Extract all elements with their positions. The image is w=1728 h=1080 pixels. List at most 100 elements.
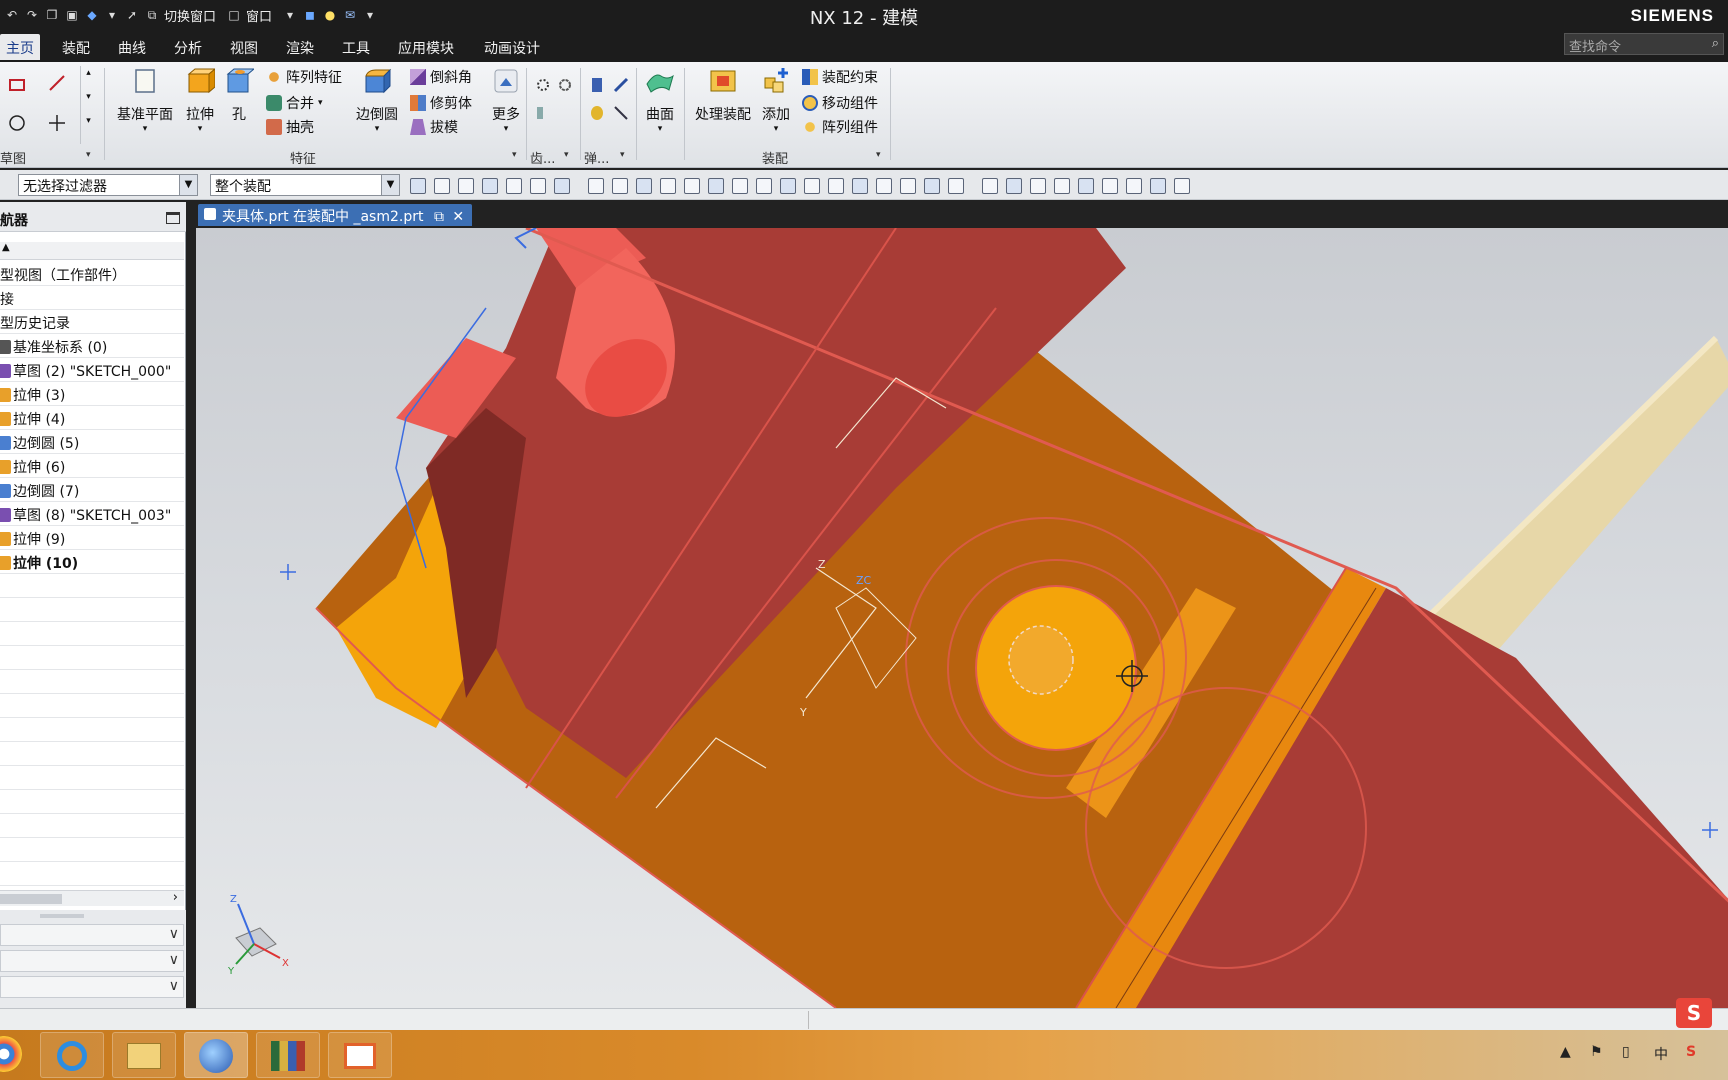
deselect-icon[interactable] — [530, 178, 546, 194]
select-all-icon[interactable] — [506, 178, 522, 194]
tab-assembly[interactable]: 装配 — [56, 34, 96, 60]
tray-ime-icon[interactable]: 中 — [1654, 1044, 1668, 1064]
navigator-row[interactable]: 草图 (2) "SKETCH_000" — [0, 358, 184, 382]
show-hide-icon[interactable] — [1150, 178, 1166, 194]
trim-body-button[interactable]: 修剪体 — [410, 92, 472, 114]
tab-application[interactable]: 应用模块 — [392, 34, 460, 60]
model-view[interactable]: Z ZC Y Z X Y — [196, 228, 1728, 1008]
snap-icon[interactable] — [434, 178, 450, 194]
mid-point-icon[interactable] — [684, 178, 700, 194]
line-icon[interactable] — [48, 74, 66, 92]
more-features-button[interactable]: 更多 ▾ — [486, 66, 526, 134]
navigator-row[interactable]: 拉伸 (4) — [0, 406, 184, 430]
chevron-down-icon[interactable]: ∨ — [169, 952, 179, 968]
filter-icon[interactable] — [458, 178, 474, 194]
circle-icon[interactable] — [8, 114, 26, 132]
hole-bore[interactable] — [1008, 625, 1074, 695]
tab-curve[interactable]: 曲线 — [112, 34, 152, 60]
navigator-column-header[interactable]: ▲ — [0, 242, 184, 260]
navigator-row[interactable]: 型历史记录 — [0, 310, 184, 334]
chevron-down-icon[interactable]: ▼ — [381, 175, 399, 195]
preview-section[interactable]: ∨ — [0, 976, 184, 998]
helical-gear-icon[interactable] — [556, 76, 574, 94]
assembly-constraints-button[interactable]: 装配约束 — [802, 66, 878, 88]
spring-tool-icon[interactable] — [612, 76, 630, 94]
selection-priority-icon[interactable] — [1174, 178, 1190, 194]
existing-point-icon[interactable] — [852, 178, 868, 194]
selection-scope-select[interactable]: 整个装配 ▼ — [210, 174, 400, 196]
tray-expand-icon[interactable]: ▲ — [1560, 1044, 1571, 1060]
navigator-row[interactable]: 拉伸 (3) — [0, 382, 184, 406]
group-dropdown-icon[interactable]: ▾ — [620, 150, 625, 160]
spring-icon[interactable] — [588, 76, 606, 94]
group-dropdown-icon[interactable]: ▾ — [876, 150, 881, 160]
sketch-gallery-scroll[interactable]: ▴ ▾ ▾ — [80, 66, 96, 144]
tray-flag-icon[interactable]: ⚑ — [1590, 1044, 1603, 1060]
shell-button[interactable]: 抽壳 — [266, 116, 314, 138]
process-assembly-button[interactable]: 处理装配 — [690, 66, 756, 124]
navigator-row[interactable]: 拉伸 (9) — [0, 526, 184, 550]
sogou-ime-icon[interactable]: S — [1686, 1044, 1696, 1060]
zoom-icon[interactable] — [1006, 178, 1022, 194]
start-button[interactable] — [0, 1036, 22, 1072]
search-icon[interactable]: ⌕ — [1712, 36, 1719, 51]
tab-view[interactable]: 视图 — [224, 34, 264, 60]
scroll-up-icon[interactable]: ▴ — [81, 68, 96, 78]
scrollbar-thumb[interactable] — [0, 894, 62, 904]
point-on-curve-icon[interactable] — [876, 178, 892, 194]
datum-plane-button[interactable]: 基准平面 ▾ — [114, 66, 176, 134]
chamfer-button[interactable]: 倒斜角 — [410, 66, 472, 88]
chevron-down-icon[interactable]: ▼ — [179, 175, 197, 195]
pattern-component-button[interactable]: 阵列组件 — [802, 116, 878, 138]
hole-button[interactable]: 孔 — [224, 66, 256, 124]
taskbar-ie[interactable] — [40, 1032, 104, 1078]
work-layer-icon[interactable] — [1078, 178, 1094, 194]
view-orient-icon[interactable] — [612, 178, 628, 194]
move-component-button[interactable]: 移动组件 — [802, 92, 878, 114]
tab-home[interactable]: 主页 — [0, 34, 40, 60]
dependencies-section[interactable]: ∨ — [0, 924, 184, 946]
pattern-feature-button[interactable]: 阵列特征 — [266, 66, 342, 88]
tangent-icon[interactable] — [756, 178, 772, 194]
navigator-row[interactable]: 基准坐标系 (0) — [0, 334, 184, 358]
rectangle-icon[interactable] — [8, 76, 26, 94]
navigator-row[interactable]: 型视图（工作部件） — [0, 262, 184, 286]
intersection-icon[interactable] — [780, 178, 796, 194]
gear-mesh-icon[interactable] — [534, 104, 552, 122]
more-icon[interactable]: ▾ — [81, 116, 96, 126]
maximize-icon[interactable] — [166, 212, 180, 224]
tab-render[interactable]: 渲染 — [280, 34, 320, 60]
chevron-down-icon[interactable]: ∨ — [169, 926, 179, 942]
scroll-down-icon[interactable]: ▾ — [81, 92, 96, 102]
tab-tools[interactable]: 工具 — [336, 34, 376, 60]
graphics-window[interactable]: Z ZC Y Z X Y — [196, 228, 1728, 1008]
add-component-button[interactable]: 添加 ▾ — [758, 66, 794, 134]
document-tab[interactable]: 夹具体.prt 在装配中 _asm2.prt ⧉ ✕ — [198, 204, 473, 226]
taskbar-presentation[interactable] — [328, 1032, 392, 1078]
surface-button[interactable]: 曲面 ▾ — [642, 66, 678, 134]
curve-point-icon[interactable] — [732, 178, 748, 194]
group-dropdown-icon[interactable]: ▾ — [86, 150, 91, 160]
draft-button[interactable]: 拔模 — [410, 116, 458, 138]
navigator-row[interactable]: 边倒圆 (7) — [0, 478, 184, 502]
tab-analysis[interactable]: 分析 — [168, 34, 208, 60]
fit-view-icon[interactable] — [982, 178, 998, 194]
end-point-icon[interactable] — [660, 178, 676, 194]
point-snap-icon[interactable] — [636, 178, 652, 194]
navigator-row[interactable]: 接 — [0, 286, 184, 310]
taskbar-explorer[interactable] — [112, 1032, 176, 1078]
details-section[interactable]: ∨ — [0, 950, 184, 972]
edge-blend-button[interactable]: 边倒圆 ▾ — [352, 66, 402, 134]
shaded-edges-icon[interactable] — [588, 178, 604, 194]
panel-splitter[interactable] — [40, 914, 84, 918]
point-icon[interactable] — [48, 114, 66, 132]
general-selection-icon[interactable] — [410, 178, 426, 194]
navigator-row[interactable]: 拉伸 (10) — [0, 550, 184, 574]
close-icon[interactable]: ✕ — [452, 209, 464, 225]
sogou-floating-icon[interactable]: S — [1676, 998, 1712, 1028]
group-dropdown-icon[interactable]: ▾ — [564, 150, 569, 160]
edit-section-icon[interactable] — [1126, 178, 1142, 194]
taskbar-nx[interactable] — [184, 1032, 248, 1078]
lasso-icon[interactable] — [482, 178, 498, 194]
type-filter-select[interactable]: 无选择过滤器 ▼ — [18, 174, 198, 196]
